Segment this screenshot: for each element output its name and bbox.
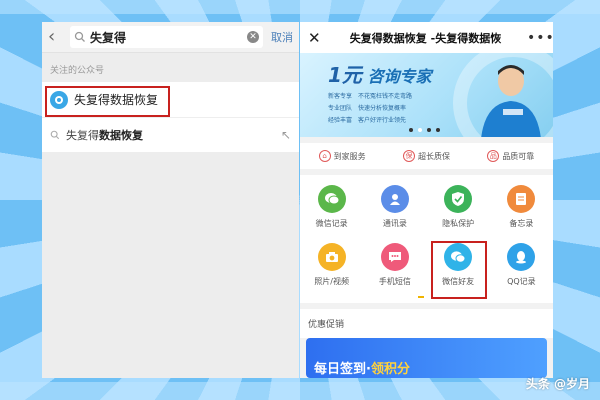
promo-carousel[interactable]: 1元 咨询专家 新客专享 不花冤枉钱不走弯路 专业团队 快速分析恢复概率 经验丰… xyxy=(300,53,553,137)
guarantee-item: 品 品质可靠 xyxy=(487,150,534,162)
service-contacts[interactable]: 通讯录 xyxy=(363,181,426,239)
banner-title: 咨询专家 xyxy=(367,67,432,86)
service-qq[interactable]: QQ记录 xyxy=(490,239,553,297)
search-screen: ‹ 失复得 ✕ 取消 关注的公众号 失复得数据恢复 失复得数据恢复 ↖ xyxy=(42,22,299,378)
guarantee-label: 到家服务 xyxy=(333,151,366,161)
background-band-bottom xyxy=(0,382,600,400)
service-label: 手机短信 xyxy=(378,277,411,286)
banner-bullet-a: 新客专享 xyxy=(328,93,353,100)
memo-icon xyxy=(507,185,536,213)
spokesperson-image xyxy=(481,65,541,137)
highlight-box xyxy=(431,241,487,299)
search-input-value[interactable]: 失复得 xyxy=(90,29,247,46)
camera-icon xyxy=(317,243,346,271)
banner-price: 1元 xyxy=(328,63,362,87)
guarantee-item: 保 超长质保 xyxy=(402,150,450,162)
back-icon[interactable]: ‹ xyxy=(48,28,64,46)
search-input[interactable]: 失复得 ✕ xyxy=(70,26,263,48)
highlight-box xyxy=(45,86,170,117)
sms-icon xyxy=(380,243,409,271)
banner-bullet-f: 客户好评行业领先 xyxy=(358,117,407,124)
guarantee-label: 品质可靠 xyxy=(502,151,535,161)
cancel-button[interactable]: 取消 xyxy=(271,29,293,45)
banner-line-2: 专业团队 快速分析恢复概率 xyxy=(328,103,406,112)
guarantee-row: ⌂ 到家服务 保 超长质保 品 品质可靠 xyxy=(300,143,553,169)
fill-in-arrow-icon[interactable]: ↖ xyxy=(281,128,291,142)
guarantee-item: ⌂ 到家服务 xyxy=(318,150,366,162)
watermark: 头条 @岁月 xyxy=(525,377,590,391)
banner-bullet-e: 经验丰富 xyxy=(328,117,353,124)
suggestion-prefix: 失复得 xyxy=(66,129,99,142)
service-grid-card: 微信记录 通讯录 隐私保护 备忘录 照片/视频 手机短信 微信好友 QQ记录 xyxy=(300,175,553,303)
chat-icon xyxy=(317,185,346,213)
clear-icon[interactable]: ✕ xyxy=(247,31,259,43)
suggestion-suffix: 数据恢复 xyxy=(99,129,143,142)
banner-bullet-b: 不花冤枉钱不走弯路 xyxy=(358,93,413,100)
search-icon xyxy=(50,130,60,140)
search-bar: ‹ 失复得 ✕ 取消 xyxy=(42,22,299,53)
warranty-icon: 保 xyxy=(402,150,415,162)
page-title: 失复得数据恢复 -失复得数据恢 xyxy=(349,31,502,45)
service-wechat-records[interactable]: 微信记录 xyxy=(300,181,363,239)
service-label: 照片/视频 xyxy=(314,277,349,286)
service-label: QQ记录 xyxy=(507,277,536,286)
search-suggestion[interactable]: 失复得数据恢复 ↖ xyxy=(42,118,299,152)
more-icon[interactable]: ••• xyxy=(527,30,553,46)
guarantee-label: 超长质保 xyxy=(417,151,450,161)
home-service-icon: ⌂ xyxy=(318,150,331,162)
service-label: 备忘录 xyxy=(509,219,534,228)
service-label: 通讯录 xyxy=(382,219,407,228)
section-label: 关注的公众号 xyxy=(50,66,105,76)
service-label: 隐私保护 xyxy=(442,219,475,228)
search-icon xyxy=(74,31,85,42)
service-sms[interactable]: 手机短信 xyxy=(363,239,426,297)
promo-text-accent: 领积分 xyxy=(370,362,410,377)
close-icon[interactable]: ✕ xyxy=(308,29,324,47)
carousel-dots xyxy=(409,128,440,132)
contacts-icon xyxy=(380,185,409,213)
account-page: ✕ 失复得数据恢复 -失复得数据恢 ••• 1元 咨询专家 新客专享 不花冤枉钱… xyxy=(300,22,553,378)
checkin-promo-banner[interactable]: 每日签到·领积分 xyxy=(306,338,547,378)
title-bar: ✕ 失复得数据恢复 -失复得数据恢 ••• xyxy=(300,22,553,53)
suggestion-text: 失复得数据恢复 xyxy=(66,127,281,143)
quality-icon: 品 xyxy=(487,150,500,162)
promo-text: 每日签到·领积分 xyxy=(314,358,410,377)
banner-bullet-c: 专业团队 xyxy=(328,105,353,112)
service-photos[interactable]: 照片/视频 xyxy=(300,239,363,297)
promo-section-title: 优惠促销 xyxy=(300,309,553,338)
banner-bullet-d: 快速分析恢复概率 xyxy=(358,105,407,112)
banner-headline: 1元 咨询专家 xyxy=(328,59,432,88)
service-label: 微信记录 xyxy=(315,219,348,228)
banner-line-3: 经验丰富 客户好评行业领先 xyxy=(328,115,406,124)
service-privacy[interactable]: 隐私保护 xyxy=(427,181,490,239)
background-band-top xyxy=(0,0,600,14)
promo-text-main: 每日签到· xyxy=(314,362,371,377)
banner-line-1: 新客专享 不花冤枉钱不走弯路 xyxy=(328,91,412,100)
shield-icon xyxy=(444,185,473,213)
service-grid: 微信记录 通讯录 隐私保护 备忘录 照片/视频 手机短信 微信好友 QQ记录 xyxy=(300,175,553,297)
grid-page-indicator xyxy=(418,296,424,298)
service-memo[interactable]: 备忘录 xyxy=(490,181,553,239)
qq-icon xyxy=(507,243,536,271)
